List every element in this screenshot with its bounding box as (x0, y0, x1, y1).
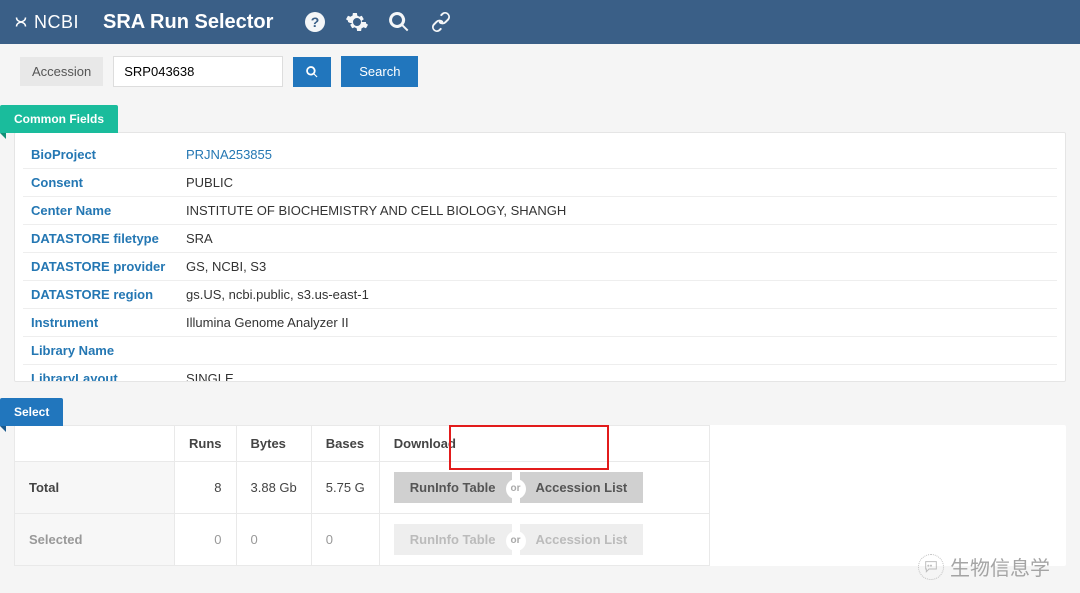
field-label[interactable]: Library Name (23, 337, 178, 365)
select-row-label: Total (15, 462, 175, 514)
navbar: NCBI SRA Run Selector ? (0, 0, 1080, 44)
search-icon-button[interactable] (293, 57, 331, 87)
accession-input[interactable] (113, 56, 283, 87)
field-value: SINGLE (178, 365, 1057, 383)
field-label[interactable]: DATASTORE filetype (23, 225, 178, 253)
select-header-empty (15, 426, 175, 462)
common-fields-tab: Common Fields (0, 105, 118, 133)
select-row: Selected000RunInfo TableorAccession List (15, 514, 710, 566)
field-value: PUBLIC (178, 169, 1057, 197)
field-row: InstrumentIllumina Genome Analyzer II (23, 309, 1057, 337)
field-row: Library Name (23, 337, 1057, 365)
field-row: ConsentPUBLIC (23, 169, 1057, 197)
field-label[interactable]: DATASTORE region (23, 281, 178, 309)
ncbi-logo-text: NCBI (34, 12, 79, 33)
field-label[interactable]: BioProject (23, 141, 178, 169)
search-bar: Accession Search (0, 44, 1080, 99)
gear-icon[interactable] (345, 10, 369, 34)
select-header-bytes: Bytes (236, 426, 311, 462)
link-icon[interactable] (429, 10, 453, 34)
field-value: SRA (178, 225, 1057, 253)
field-row: DATASTORE regiongs.US, ncbi.public, s3.u… (23, 281, 1057, 309)
or-separator: or (506, 479, 526, 499)
common-fields-box[interactable]: BioProjectPRJNA253855ConsentPUBLICCenter… (14, 132, 1066, 382)
select-header-bases: Bases (311, 426, 379, 462)
field-label[interactable]: Consent (23, 169, 178, 197)
runinfo-table-button[interactable]: RunInfo Table (394, 472, 512, 503)
search-button[interactable]: Search (341, 56, 418, 87)
app-title: SRA Run Selector (103, 11, 273, 34)
or-separator: or (506, 531, 526, 551)
field-value (178, 337, 1057, 365)
select-grid: Runs Bytes Bases Download Total83.88 Gb5… (14, 425, 1066, 566)
runinfo-table-button: RunInfo Table (394, 524, 512, 555)
field-label[interactable]: DATASTORE provider (23, 253, 178, 281)
field-row: DATASTORE providerGS, NCBI, S3 (23, 253, 1057, 281)
select-table: Runs Bytes Bases Download Total83.88 Gb5… (14, 425, 710, 566)
accession-list-button[interactable]: Accession List (520, 472, 644, 503)
field-label[interactable]: Center Name (23, 197, 178, 225)
select-row-bases: 5.75 G (311, 462, 379, 514)
accession-list-button: Accession List (520, 524, 644, 555)
select-row-runs: 0 (175, 514, 237, 566)
field-value: GS, NCBI, S3 (178, 253, 1057, 281)
field-row: Center NameINSTITUTE OF BIOCHEMISTRY AND… (23, 197, 1057, 225)
select-header-download: Download (379, 426, 709, 462)
search-icon[interactable] (387, 10, 411, 34)
field-value: Illumina Genome Analyzer II (178, 309, 1057, 337)
select-row-runs: 8 (175, 462, 237, 514)
select-row-label: Selected (15, 514, 175, 566)
select-row-bytes: 3.88 Gb (236, 462, 311, 514)
select-tab: Select (0, 398, 63, 426)
common-fields-table: BioProjectPRJNA253855ConsentPUBLICCenter… (23, 141, 1057, 382)
field-value: INSTITUTE OF BIOCHEMISTRY AND CELL BIOLO… (178, 197, 1057, 225)
select-row-bytes: 0 (236, 514, 311, 566)
select-row-download: RunInfo TableorAccession List (379, 462, 709, 514)
select-row: Total83.88 Gb5.75 GRunInfo TableorAccess… (15, 462, 710, 514)
nav-icons: ? (303, 10, 453, 34)
common-fields-panel: Common Fields BioProjectPRJNA253855Conse… (14, 105, 1066, 382)
field-row: LibraryLayoutSINGLE (23, 365, 1057, 383)
field-label[interactable]: Instrument (23, 309, 178, 337)
ncbi-logo[interactable]: NCBI (12, 12, 79, 33)
field-row: BioProjectPRJNA253855 (23, 141, 1057, 169)
select-panel: Select Runs Bytes Bases Download Total83… (14, 398, 1066, 566)
field-row: DATASTORE filetypeSRA (23, 225, 1057, 253)
select-row-bases: 0 (311, 514, 379, 566)
field-value: gs.US, ncbi.public, s3.us-east-1 (178, 281, 1057, 309)
ncbi-logo-icon (12, 13, 30, 31)
select-header-runs: Runs (175, 426, 237, 462)
accession-label: Accession (20, 57, 103, 86)
select-row-download: RunInfo TableorAccession List (379, 514, 709, 566)
svg-text:?: ? (311, 14, 320, 30)
help-icon[interactable]: ? (303, 10, 327, 34)
field-label[interactable]: LibraryLayout (23, 365, 178, 383)
field-value[interactable]: PRJNA253855 (178, 141, 1057, 169)
